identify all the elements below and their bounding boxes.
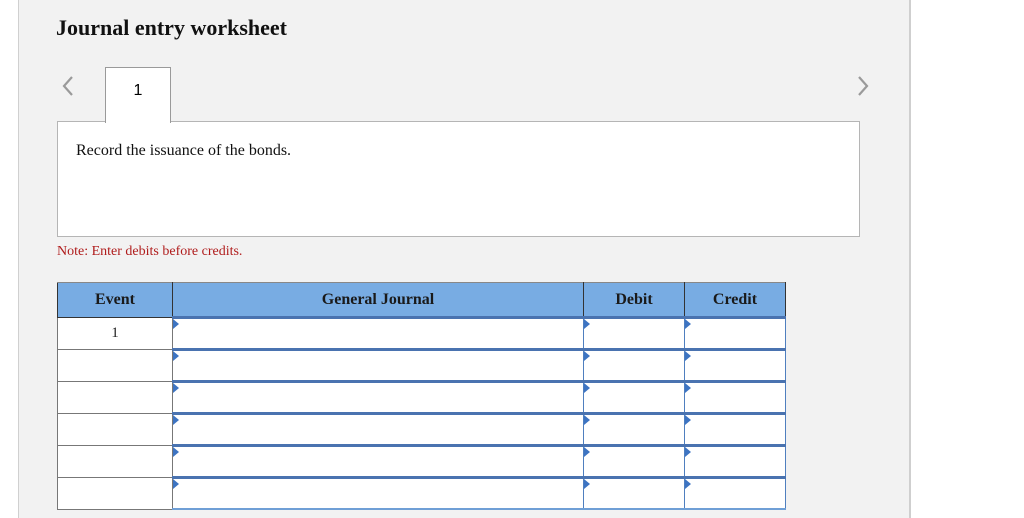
general-journal-input[interactable]	[173, 382, 587, 413]
general-journal-cell[interactable]	[172, 476, 587, 510]
debit-cell[interactable]	[583, 444, 688, 479]
table-row	[57, 348, 789, 383]
general-journal-input[interactable]	[173, 414, 587, 445]
credit-cell[interactable]	[684, 348, 789, 383]
credit-input[interactable]	[685, 446, 789, 477]
general-journal-input[interactable]	[173, 478, 587, 509]
page-title: Journal entry worksheet	[56, 15, 287, 40]
chevron-right-icon	[858, 76, 869, 96]
general-journal-cell[interactable]	[172, 412, 587, 447]
credit-cell[interactable]	[684, 476, 789, 510]
note-text: Note: Enter debits before credits.	[57, 244, 243, 259]
instruction-text: Record the issuance of the bonds.	[76, 142, 292, 159]
credit-cell[interactable]	[684, 444, 789, 479]
credit-input[interactable]	[685, 350, 789, 381]
instruction-box: Record the issuance of the bonds.	[57, 121, 860, 237]
event-cell: 1	[57, 317, 173, 350]
table-row	[57, 444, 789, 479]
column-header-general-journal: General Journal	[172, 282, 584, 318]
debit-input[interactable]	[584, 478, 688, 509]
event-cell	[57, 349, 173, 382]
credit-input[interactable]	[685, 382, 789, 413]
event-cell	[57, 381, 173, 414]
debit-input[interactable]	[584, 446, 688, 477]
general-journal-cell[interactable]	[172, 444, 587, 479]
table-row	[57, 476, 789, 510]
table-row: 1	[57, 316, 789, 351]
credit-cell[interactable]	[684, 380, 789, 415]
debit-input[interactable]	[584, 318, 688, 349]
tab-1[interactable]: 1	[105, 67, 171, 123]
previous-button[interactable]	[60, 72, 76, 100]
column-header-debit: Debit	[583, 282, 685, 318]
debit-input[interactable]	[584, 350, 688, 381]
credit-cell[interactable]	[684, 412, 789, 447]
general-journal-input[interactable]	[173, 446, 587, 477]
general-journal-input[interactable]	[173, 318, 587, 349]
credit-cell[interactable]	[684, 316, 789, 351]
general-journal-cell[interactable]	[172, 348, 587, 383]
debit-cell[interactable]	[583, 348, 688, 383]
next-button[interactable]	[855, 72, 871, 100]
table-row	[57, 412, 789, 447]
event-cell	[57, 445, 173, 478]
table-header-row: Event General Journal Debit Credit	[57, 282, 786, 318]
general-journal-cell[interactable]	[172, 316, 587, 351]
chevron-left-icon	[62, 76, 73, 96]
column-header-credit: Credit	[684, 282, 786, 318]
event-cell	[57, 477, 173, 510]
debit-input[interactable]	[584, 382, 688, 413]
debit-cell[interactable]	[583, 476, 688, 510]
credit-input[interactable]	[685, 478, 789, 509]
table-row	[57, 380, 789, 415]
general-journal-input[interactable]	[173, 350, 587, 381]
credit-input[interactable]	[685, 414, 789, 445]
credit-input[interactable]	[685, 318, 789, 349]
debit-cell[interactable]	[583, 316, 688, 351]
column-header-event: Event	[57, 282, 173, 318]
debit-cell[interactable]	[583, 412, 688, 447]
journal-table: Event General Journal Debit Credit 1	[57, 282, 789, 510]
event-cell	[57, 413, 173, 446]
debit-input[interactable]	[584, 414, 688, 445]
general-journal-cell[interactable]	[172, 380, 587, 415]
debit-cell[interactable]	[583, 380, 688, 415]
